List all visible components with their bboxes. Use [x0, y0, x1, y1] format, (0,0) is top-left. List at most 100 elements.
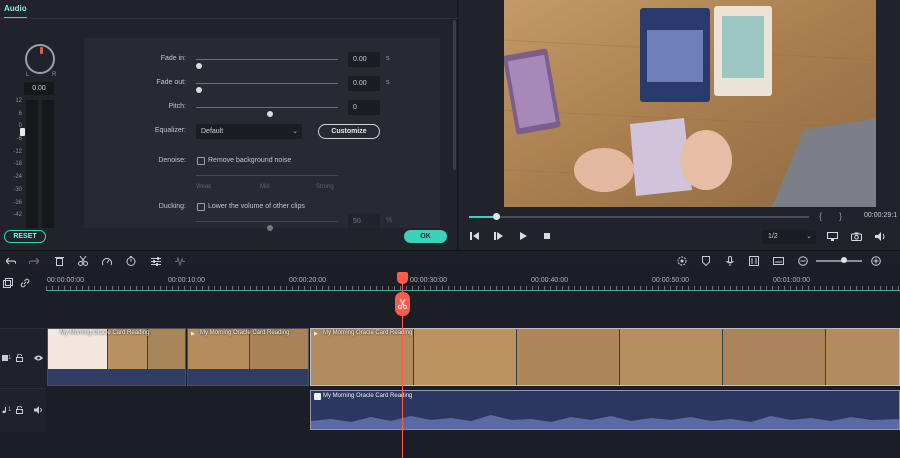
render-button[interactable] — [676, 255, 688, 267]
ruler-label: 00:00:40:00 — [531, 277, 568, 284]
panel-scrollbar[interactable] — [453, 20, 456, 170]
speaker-icon[interactable] — [34, 406, 43, 414]
eye-icon[interactable] — [34, 355, 43, 361]
audio-mix-button[interactable] — [748, 255, 760, 267]
denoise-scale-row: Weak Mid Strong — [84, 184, 440, 200]
playback-progress-thumb[interactable] — [493, 213, 501, 220]
previous-frame-button[interactable] — [469, 232, 481, 243]
ducking-slider-thumb[interactable] — [267, 225, 273, 231]
fade-in-value[interactable]: 0.00 — [348, 52, 380, 67]
pan-right-label: R — [52, 72, 57, 78]
playback-progress-bar[interactable] — [469, 213, 809, 220]
fade-out-label: Fade out: — [156, 79, 186, 86]
zoom-in-button[interactable] — [870, 255, 882, 267]
ducking-checkbox[interactable] — [197, 203, 205, 211]
snapshot-button[interactable] — [850, 232, 862, 243]
undo-icon — [6, 257, 16, 265]
pan-knob[interactable] — [25, 44, 55, 74]
add-track-button[interactable] — [3, 278, 13, 290]
stop-icon — [544, 233, 550, 239]
ok-button[interactable]: OK — [404, 230, 447, 243]
clip-thumbnail — [311, 329, 414, 385]
adjust-button[interactable] — [150, 255, 162, 267]
voiceover-button[interactable] — [724, 255, 736, 267]
subtitles-icon — [772, 257, 784, 265]
volume-meter-right — [42, 100, 54, 228]
fade-out-unit: s — [386, 79, 390, 86]
clip-thumbnail — [517, 329, 620, 385]
timeline-ruler[interactable]: 00:00:00:00 00:00:10:00 00:00:20:00 00:0… — [46, 270, 900, 292]
fade-out-value[interactable]: 0.00 — [348, 76, 380, 91]
fade-in-slider[interactable] — [196, 59, 338, 69]
zoom-slider-thumb[interactable] — [841, 257, 847, 263]
play-backward-button[interactable] — [493, 232, 505, 243]
equalizer-label: Equalizer: — [154, 127, 186, 134]
stop-button[interactable] — [541, 232, 553, 243]
pitch-slider-thumb[interactable] — [267, 111, 273, 117]
link-button[interactable] — [20, 278, 30, 290]
equalizer-select[interactable]: Default ⌄ — [196, 124, 302, 139]
ruler-label: 00:00:20:00 — [289, 277, 326, 284]
denoise-checkbox[interactable] — [197, 157, 205, 165]
lock-icon[interactable] — [16, 354, 23, 362]
reset-button[interactable]: RESET — [4, 230, 46, 243]
zoom-slider[interactable] — [816, 260, 862, 262]
monitor-icon — [826, 232, 838, 241]
play-icon — [520, 232, 527, 240]
music-note-icon — [314, 393, 321, 400]
chevron-down-icon: ⌄ — [292, 128, 298, 135]
speed-button[interactable] — [101, 255, 113, 267]
fade-out-slider-thumb[interactable] — [196, 87, 202, 93]
denoise-level-slider[interactable] — [196, 175, 338, 176]
lock-icon[interactable] — [16, 406, 23, 414]
ruler-label: 00:00:10:00 — [168, 277, 205, 284]
playhead-handle[interactable] — [397, 272, 408, 284]
ducking-value[interactable]: 50 — [348, 214, 380, 229]
preview-panel: { } 00:00:29:1 1/2 ⌄ — [459, 0, 900, 250]
fade-in-label: Fade in: — [160, 55, 186, 62]
video-clip[interactable]: ▶ My Morning Oracle Card Reading — [310, 328, 900, 386]
camera-icon — [850, 232, 862, 241]
video-clip[interactable]: ▶ My Morning Oracle Card Reading — [47, 328, 186, 386]
zoom-out-button[interactable] — [797, 255, 809, 267]
audio-clip[interactable]: My Morning Oracle Card Reading — [310, 390, 900, 430]
ruler-label: 00:01:00:00 — [773, 277, 810, 284]
mark-out-icon[interactable]: } — [839, 211, 842, 221]
fade-in-slider-thumb[interactable] — [196, 63, 202, 69]
audio-mixer-button[interactable] — [174, 255, 186, 267]
pitch-value[interactable]: 0 — [348, 100, 380, 115]
meter-scale-label: -12 — [13, 148, 22, 155]
volume-slider-thumb[interactable] — [20, 128, 25, 136]
scissors-icon — [78, 256, 88, 266]
meter-scale-label: -30 — [13, 186, 22, 193]
clip-thumbnail — [620, 329, 723, 385]
video-frame-image — [504, 0, 876, 207]
play-button[interactable] — [517, 232, 529, 243]
customize-button[interactable]: Customize — [318, 124, 380, 139]
clip-title: My Morning Oracle Card Reading — [60, 330, 150, 336]
shield-icon — [702, 256, 710, 266]
fade-out-slider[interactable] — [196, 83, 338, 93]
marker-button[interactable] — [700, 255, 712, 267]
split-at-playhead-button[interactable] — [395, 292, 410, 316]
duration-button[interactable] — [125, 255, 137, 267]
subtitle-button[interactable] — [772, 255, 784, 267]
meter-scale-label: -24 — [13, 174, 22, 181]
preview-quality-select[interactable]: 1/2 ⌄ — [762, 230, 816, 244]
previous-frame-icon — [470, 232, 479, 240]
clip-play-icon: ▶ — [191, 331, 195, 337]
volume-button[interactable] — [874, 232, 886, 243]
ducking-slider[interactable] — [196, 221, 338, 231]
mark-in-icon[interactable]: { — [819, 211, 822, 221]
mixer-icon — [749, 256, 759, 266]
tab-audio[interactable]: Audio — [4, 4, 27, 19]
redo-button[interactable] — [28, 255, 40, 267]
preview-video-frame[interactable] — [504, 0, 876, 207]
video-clip[interactable]: ▶ My Morning Oracle Card Reading — [187, 328, 309, 386]
monitor-button[interactable] — [826, 232, 838, 243]
delete-button[interactable] — [53, 255, 65, 267]
undo-button[interactable] — [5, 255, 17, 267]
pan-value[interactable]: 0.00 — [24, 82, 54, 95]
pitch-slider[interactable] — [196, 107, 338, 117]
cut-button[interactable] — [77, 255, 89, 267]
